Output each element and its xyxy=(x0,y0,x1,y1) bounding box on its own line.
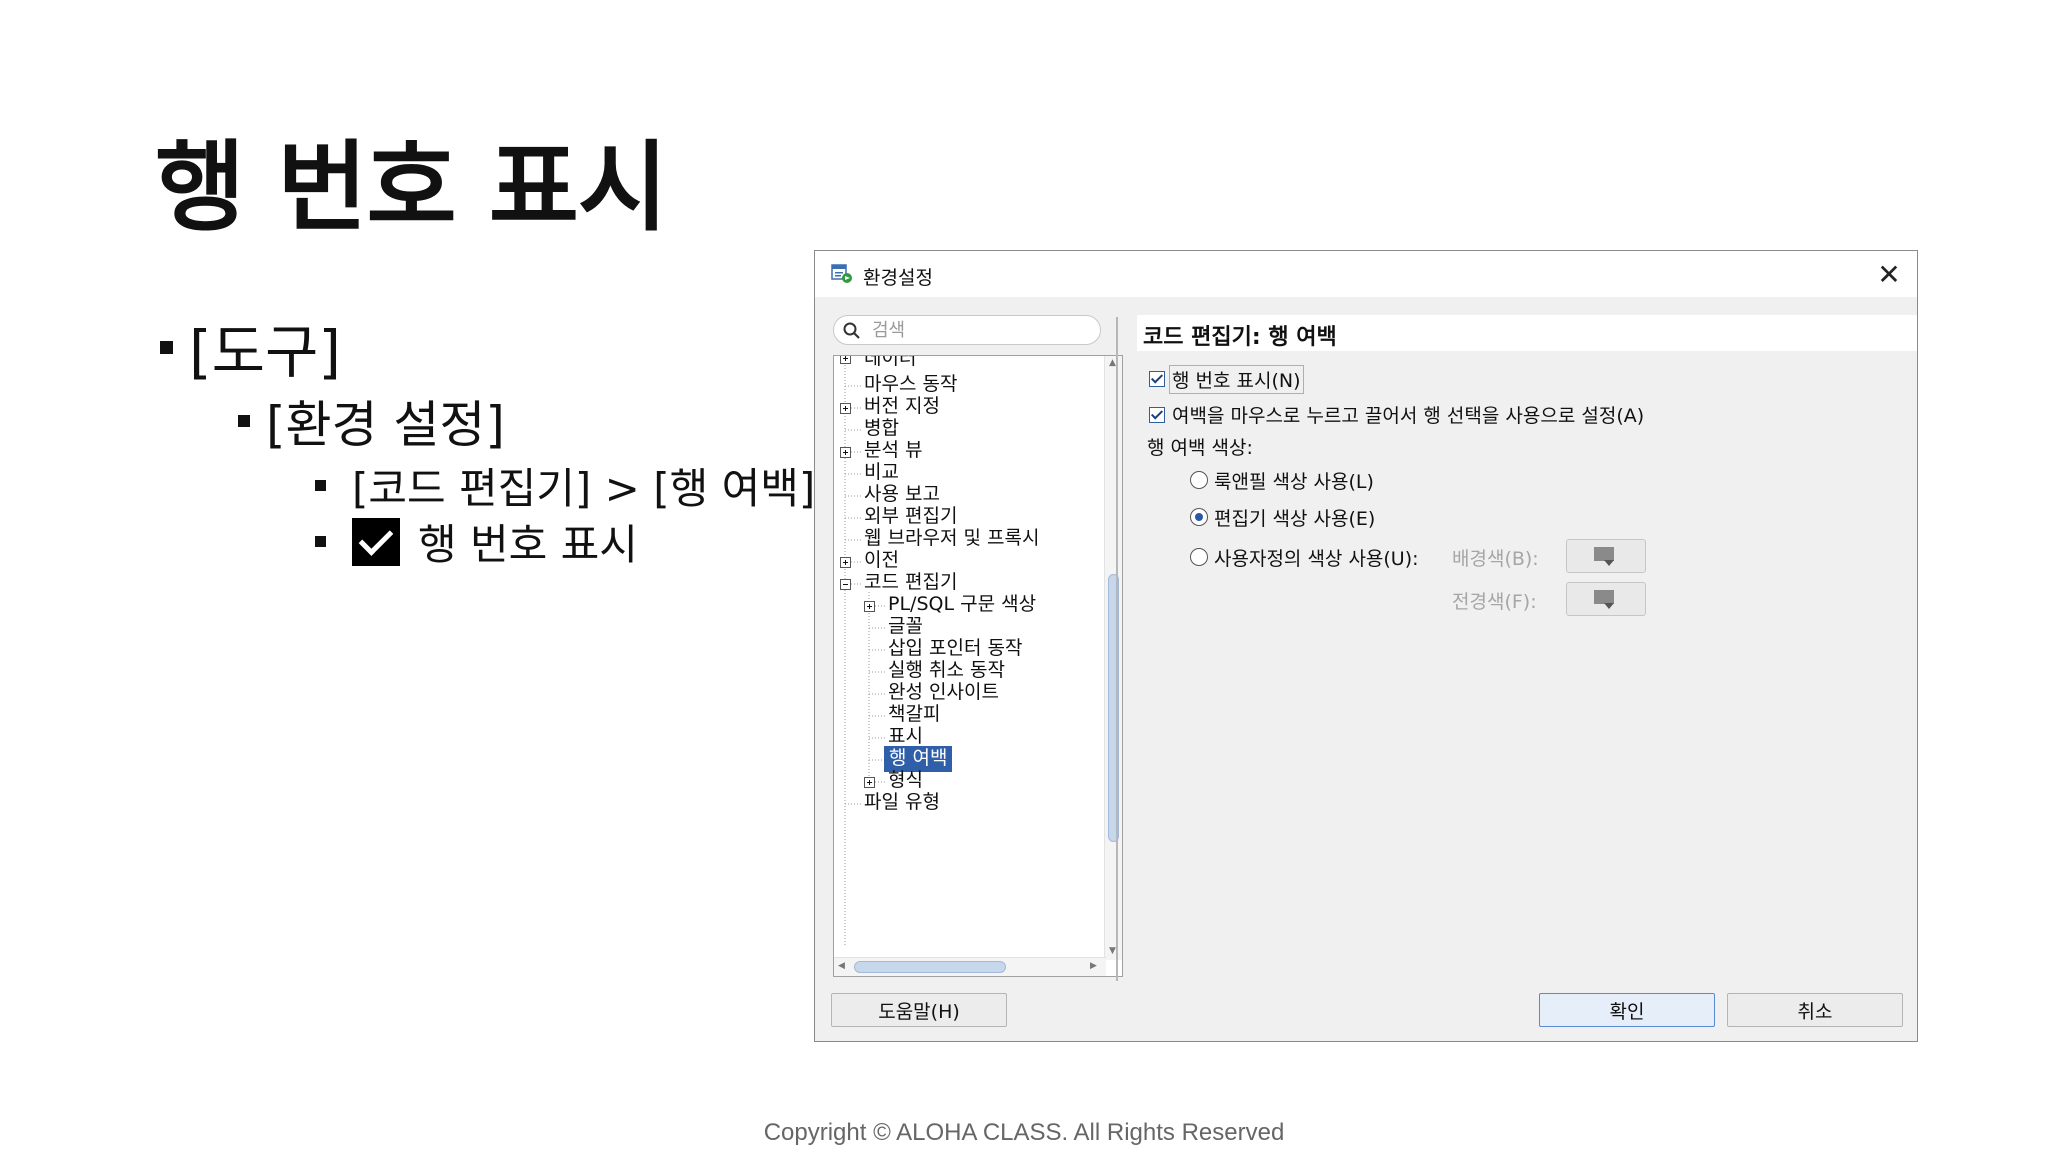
page-title: 행 번호 표시 xyxy=(155,131,668,245)
cancel-button[interactable]: 취소 xyxy=(1727,993,1903,1027)
copyright-footer: Copyright © ALOHA CLASS. All Rights Rese… xyxy=(763,1119,1285,1146)
expand-icon[interactable] xyxy=(840,403,851,414)
expand-icon[interactable] xyxy=(864,777,875,788)
custom-color-radio[interactable] xyxy=(1190,548,1208,566)
show-line-numbers-checkbox[interactable] xyxy=(1149,371,1165,387)
background-color-button[interactable] xyxy=(1566,539,1646,573)
foreground-color-label: 전경색(F): xyxy=(1452,591,1537,613)
margin-color-label: 행 여백 색상: xyxy=(1147,437,1253,459)
bullet-marker xyxy=(160,340,173,354)
bullet-marker xyxy=(315,480,326,491)
scroll-left-icon[interactable]: ◀ xyxy=(838,961,845,971)
search-box xyxy=(833,315,1101,345)
lookandfeel-color-label[interactable]: 룩앤필 색상 사용(L) xyxy=(1214,467,1374,494)
scroll-up-icon[interactable]: ▲ xyxy=(1109,358,1116,368)
preferences-tree: 데이터 마우스 동작 버전 지정 병합 분석 뷰 비교 사용 보고 외부 편집기… xyxy=(833,355,1123,977)
expand-icon[interactable] xyxy=(840,447,851,458)
expand-icon[interactable] xyxy=(840,356,851,364)
close-icon: ✕ xyxy=(1877,257,1901,291)
tree-horizontal-scrollbar[interactable]: ◀ ▶ xyxy=(834,957,1106,976)
ok-button[interactable]: 확인 xyxy=(1539,993,1715,1027)
color-picker-icon xyxy=(1594,590,1614,609)
tree-item-file-types[interactable]: 파일 유형 xyxy=(864,790,940,816)
scroll-down-icon[interactable]: ▼ xyxy=(1109,946,1116,956)
checkmark-icon xyxy=(352,517,400,566)
bullet-marker xyxy=(315,536,326,547)
drag-select-label[interactable]: 여백을 마우스로 누르고 끌어서 행 선택을 사용으로 설정(A) xyxy=(1172,401,1644,428)
expand-icon[interactable] xyxy=(864,601,875,612)
show-line-numbers-label[interactable]: 행 번호 표시(N) xyxy=(1169,365,1304,394)
scroll-right-icon[interactable]: ▶ xyxy=(1090,961,1097,971)
close-button[interactable]: ✕ xyxy=(1873,257,1905,291)
section-header: 코드 편집기: 행 여백 xyxy=(1137,315,1917,351)
tree-vertical-scrollbar[interactable]: ▲ ▼ xyxy=(1104,356,1122,960)
custom-color-label[interactable]: 사용자정의 색상 사용(U): xyxy=(1214,544,1419,571)
dialog-titlebar: 환경설정 ✕ xyxy=(815,251,1917,297)
drag-select-checkbox[interactable] xyxy=(1149,407,1165,423)
panel-divider[interactable] xyxy=(1116,317,1118,981)
search-icon xyxy=(843,322,860,339)
search-input[interactable] xyxy=(872,319,1092,341)
bullet-marker xyxy=(238,415,250,427)
lookandfeel-color-radio[interactable] xyxy=(1190,471,1208,489)
tree-item-data[interactable]: 데이터 xyxy=(864,356,916,372)
scrollbar-thumb[interactable] xyxy=(854,961,1006,973)
help-button[interactable]: 도움말(H) xyxy=(831,993,1007,1027)
expand-icon[interactable] xyxy=(840,557,851,568)
color-picker-icon xyxy=(1594,547,1614,566)
app-icon xyxy=(831,264,852,283)
dialog-title: 환경설정 xyxy=(863,267,933,289)
preferences-dialog: 환경설정 ✕ 검색 데이터 마우스 동작 버전 지정 병합 분석 뷰 비교 사용… xyxy=(814,250,1918,1042)
editor-color-label[interactable]: 편집기 색상 사용(E) xyxy=(1214,504,1375,531)
bullet-show-line-numbers: 행 번호 표시 xyxy=(315,511,638,572)
bullet-preferences: [환경 설정] xyxy=(238,385,505,457)
collapse-icon[interactable] xyxy=(840,579,851,590)
background-color-label: 배경색(B): xyxy=(1452,548,1539,570)
bullet-code-editor-path: [코드 편집기] > [행 여백] xyxy=(315,455,815,516)
foreground-color-button[interactable] xyxy=(1566,582,1646,616)
section-title: 코드 편집기: 행 여백 xyxy=(1143,325,1337,350)
editor-color-radio[interactable] xyxy=(1190,508,1208,526)
bullet-tools: [도구] xyxy=(160,305,341,389)
